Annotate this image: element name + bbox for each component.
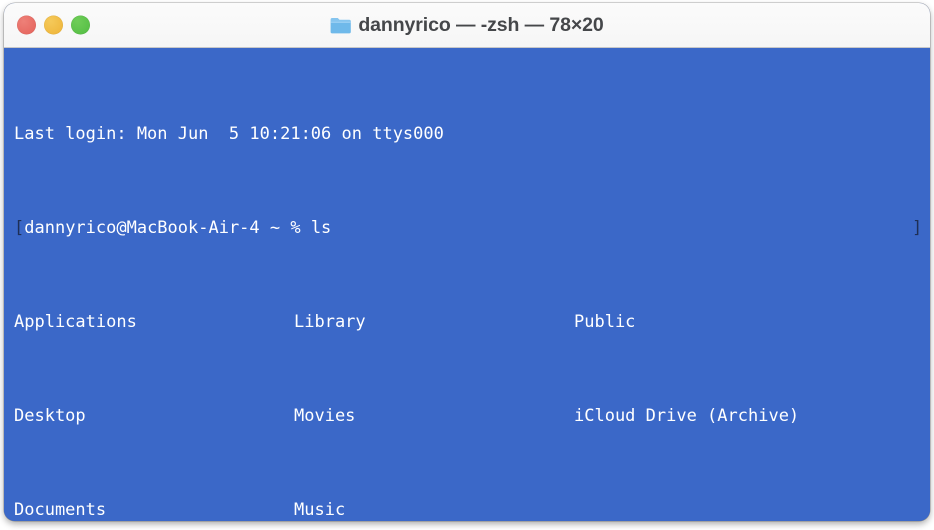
folder-icon (330, 17, 352, 34)
listing-row: Applications Library Public (14, 311, 930, 335)
listing-cell: Music (294, 499, 346, 520)
listing-cell: Applications (14, 311, 137, 332)
listing-cell: iCloud Drive (Archive) (574, 405, 800, 426)
prompt-ls-line: [dannyrico@MacBook-Air-4 ~ % ls (14, 217, 331, 241)
listing-cell: Movies (294, 405, 356, 426)
close-button[interactable] (17, 15, 36, 35)
bracket-close-artifact: ] (912, 217, 923, 238)
terminal-screen[interactable]: Last login: Mon Jun 5 10:21:06 on ttys00… (4, 48, 930, 521)
bracket-open-artifact: [ (14, 217, 25, 238)
window-title-group: dannyrico — -zsh — 78×20 (4, 3, 930, 47)
window-titlebar[interactable]: dannyrico — -zsh — 78×20 (4, 3, 930, 48)
prompt-ls-text: dannyrico@MacBook-Air-4 ~ % ls (24, 217, 332, 238)
listing-cell: Documents (14, 499, 107, 520)
terminal-line-login: Last login: Mon Jun 5 10:21:06 on ttys00… (14, 123, 930, 147)
traffic-light-group (17, 15, 90, 35)
listing-cell: Desktop (14, 405, 86, 426)
listing-cell: Public (574, 311, 636, 332)
window-title: dannyrico — -zsh — 78×20 (358, 13, 604, 36)
minimize-button[interactable] (44, 15, 63, 35)
terminal-output: Last login: Mon Jun 5 10:21:06 on ttys00… (14, 52, 930, 521)
terminal-line-prompt-ls: [dannyrico@MacBook-Air-4 ~ % ls ] (14, 217, 930, 241)
listing-cell: Library (294, 311, 366, 332)
listing-row: Desktop Movies iCloud Drive (Archive) (14, 405, 930, 429)
screen: dannyrico — -zsh — 78×20 Last login: Mon… (0, 0, 934, 530)
terminal-window: dannyrico — -zsh — 78×20 Last login: Mon… (4, 3, 930, 521)
maximize-button[interactable] (71, 15, 90, 35)
listing-row: Documents Music (14, 499, 930, 522)
login-message: Last login: Mon Jun 5 10:21:06 on ttys00… (14, 123, 444, 144)
